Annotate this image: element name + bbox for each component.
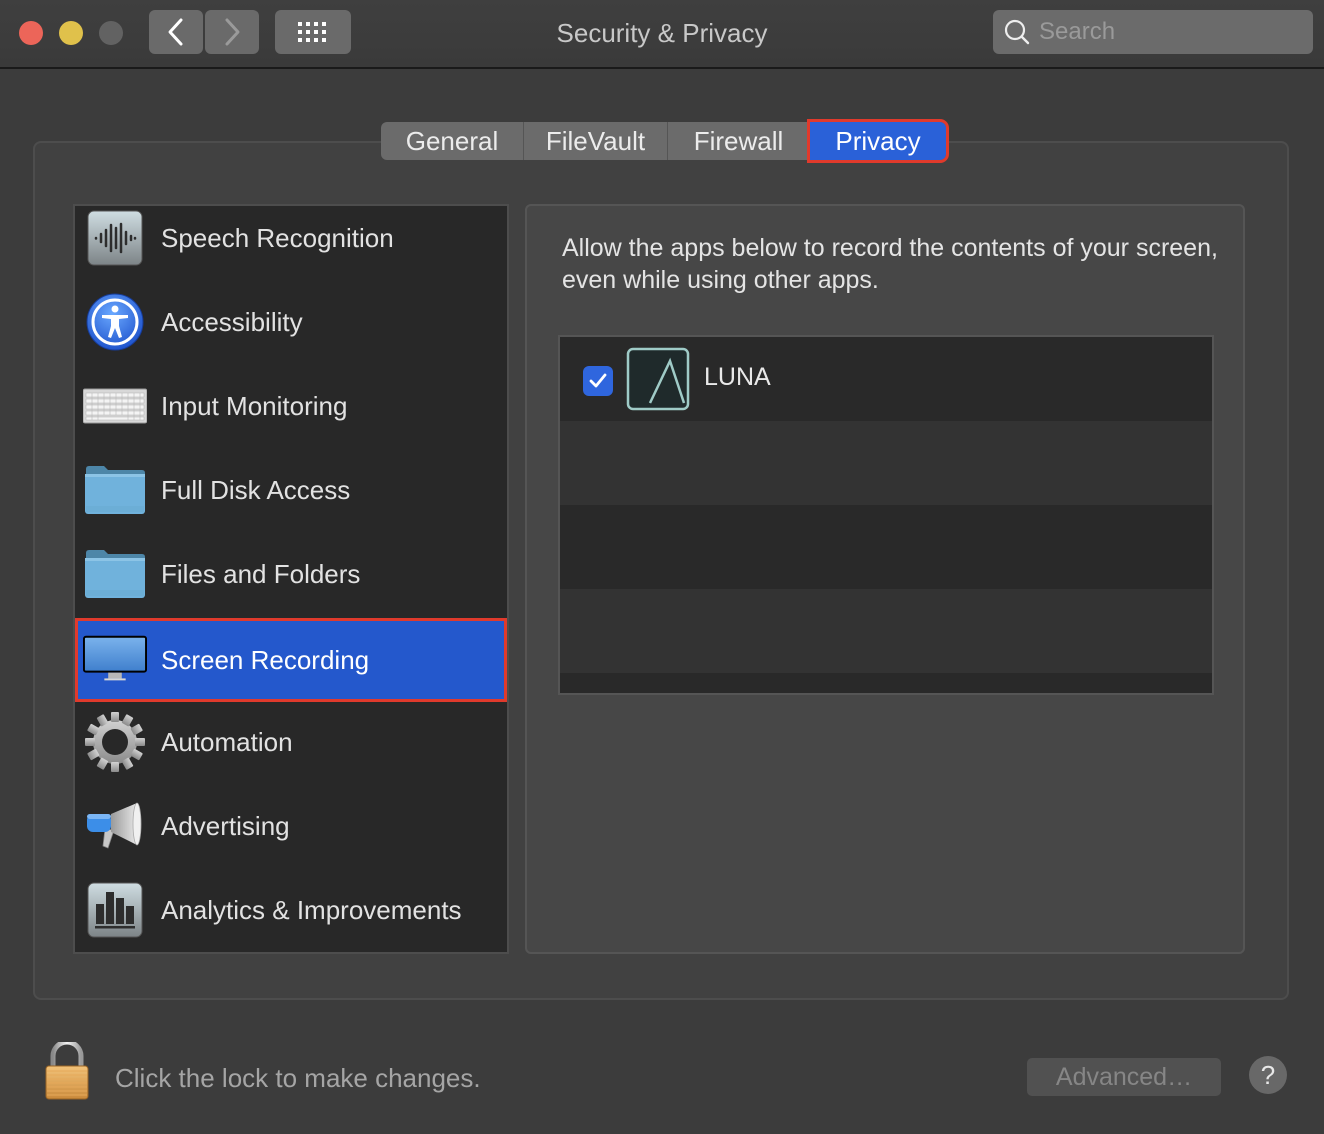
app-list: LUNA (558, 335, 1214, 695)
sidebar-item-label: Screen Recording (161, 644, 370, 675)
sidebar-item-label: Automation (161, 726, 293, 757)
help-button[interactable]: ? (1249, 1056, 1287, 1094)
security-privacy-window: Security & Privacy General FileVault Fir… (0, 0, 1324, 1134)
app-name: LUNA (704, 363, 771, 391)
sidebar-item-speech-recognition[interactable]: Speech Recognition (75, 196, 507, 280)
sidebar-item-label: Accessibility (161, 306, 303, 337)
sidebar-item-label: Files and Folders (161, 558, 361, 589)
sidebar-item-label: Advertising (161, 810, 290, 841)
sidebar-item-advertising[interactable]: Advertising (75, 784, 507, 868)
sidebar-item-accessibility[interactable]: Accessibility (75, 280, 507, 364)
search-icon (1004, 19, 1030, 45)
keyboard-icon (83, 374, 147, 438)
sidebar-item-input-monitoring[interactable]: Input Monitoring (75, 364, 507, 448)
empty-row (560, 505, 1212, 589)
gear-icon (83, 710, 147, 774)
tab-bar: General FileVault Firewall Privacy (381, 119, 949, 163)
sidebar-item-full-disk-access[interactable]: Full Disk Access (75, 448, 507, 532)
empty-row (560, 589, 1212, 673)
luna-permission-checkbox[interactable] (583, 366, 613, 396)
search-input[interactable] (1039, 18, 1299, 46)
tab-privacy[interactable]: Privacy (807, 119, 949, 163)
tab-firewall[interactable]: Firewall (668, 122, 810, 160)
lock-icon[interactable] (44, 1039, 90, 1100)
tab-filevault[interactable]: FileVault (524, 122, 668, 160)
privacy-category-list: Speech Recognition Accessibility Input M… (73, 204, 509, 954)
sidebar-item-automation[interactable]: Automation (75, 700, 507, 784)
luna-app-icon (626, 347, 690, 411)
accessibility-icon (83, 290, 147, 354)
sidebar-item-analytics-improvements[interactable]: Analytics & Improvements (75, 868, 507, 952)
sidebar-item-label: Full Disk Access (161, 474, 351, 505)
sidebar-item-files-and-folders[interactable]: Files and Folders (75, 532, 507, 616)
bar-chart-icon (83, 878, 147, 942)
sidebar-item-label: Input Monitoring (161, 390, 348, 421)
checkmark-icon (589, 373, 607, 388)
display-icon (83, 628, 147, 692)
app-row-luna[interactable]: LUNA (560, 337, 1212, 421)
advanced-button[interactable]: Advanced… (1027, 1058, 1221, 1096)
empty-row (560, 421, 1212, 505)
empty-row (560, 673, 1212, 693)
megaphone-icon (83, 794, 147, 858)
screen-recording-panel: Allow the apps below to record the conte… (525, 204, 1245, 954)
sidebar-item-screen-recording[interactable]: Screen Recording (75, 618, 507, 702)
sidebar-item-label: Speech Recognition (161, 222, 394, 253)
tab-general[interactable]: General (381, 122, 524, 160)
folder-icon (83, 542, 147, 606)
permission-description: Allow the apps below to record the conte… (562, 234, 1218, 294)
lock-status-text: Click the lock to make changes. (115, 1063, 481, 1093)
waveform-icon (83, 206, 147, 270)
search-field[interactable] (993, 10, 1313, 54)
title-bar: Security & Privacy (0, 0, 1324, 69)
sidebar-item-label: Analytics & Improvements (161, 894, 462, 925)
folder-icon (83, 458, 147, 522)
